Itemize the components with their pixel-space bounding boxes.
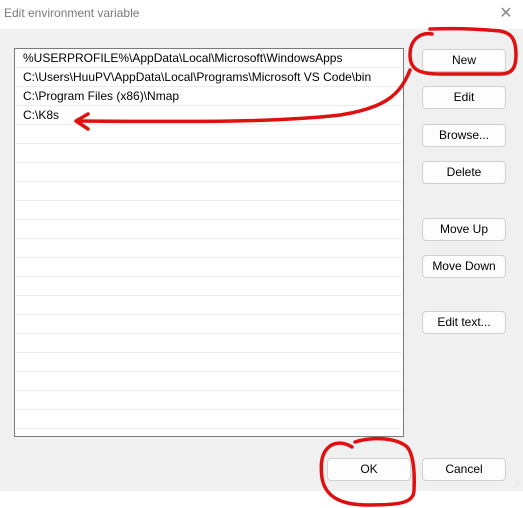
move-up-button[interactable]: Move Up <box>422 218 506 241</box>
list-item[interactable]: C:\Program Files (x86)\Nmap <box>16 87 402 106</box>
list-item[interactable]: %USERPROFILE%\AppData\Local\Microsoft\Wi… <box>16 49 402 68</box>
list-item[interactable] <box>16 201 402 220</box>
list-item[interactable] <box>16 182 402 201</box>
list-item[interactable] <box>16 163 402 182</box>
list-item[interactable] <box>16 296 402 315</box>
list-item[interactable] <box>16 220 402 239</box>
cancel-button[interactable]: Cancel <box>422 458 506 481</box>
list-item[interactable] <box>16 239 402 258</box>
list-item[interactable] <box>16 372 402 391</box>
edit-button[interactable]: Edit <box>422 86 506 109</box>
browse-button[interactable]: Browse... <box>422 124 506 147</box>
list-item[interactable] <box>16 410 402 429</box>
title-bar: Edit environment variable ✕ <box>0 0 523 29</box>
move-down-button[interactable]: Move Down <box>422 255 506 278</box>
list-item[interactable] <box>16 391 402 410</box>
edit-text-button[interactable]: Edit text... <box>422 311 506 334</box>
list-item[interactable] <box>16 144 402 163</box>
delete-button[interactable]: Delete <box>422 161 506 184</box>
resize-grip-icon[interactable]: ⋰ <box>514 481 520 489</box>
list-item[interactable] <box>16 277 402 296</box>
ok-button[interactable]: OK <box>327 458 411 481</box>
list-item[interactable] <box>16 353 402 372</box>
list-item[interactable] <box>16 258 402 277</box>
new-button[interactable]: New <box>422 49 506 72</box>
list-item[interactable] <box>16 334 402 353</box>
close-icon[interactable]: ✕ <box>495 3 517 25</box>
path-list[interactable]: %USERPROFILE%\AppData\Local\Microsoft\Wi… <box>14 48 404 437</box>
window-title: Edit environment variable <box>4 6 140 20</box>
list-item[interactable]: C:\Users\HuuPV\AppData\Local\Programs\Mi… <box>16 68 402 87</box>
list-item[interactable] <box>16 125 402 144</box>
list-item[interactable]: C:\K8s <box>16 106 402 125</box>
list-item[interactable] <box>16 315 402 334</box>
